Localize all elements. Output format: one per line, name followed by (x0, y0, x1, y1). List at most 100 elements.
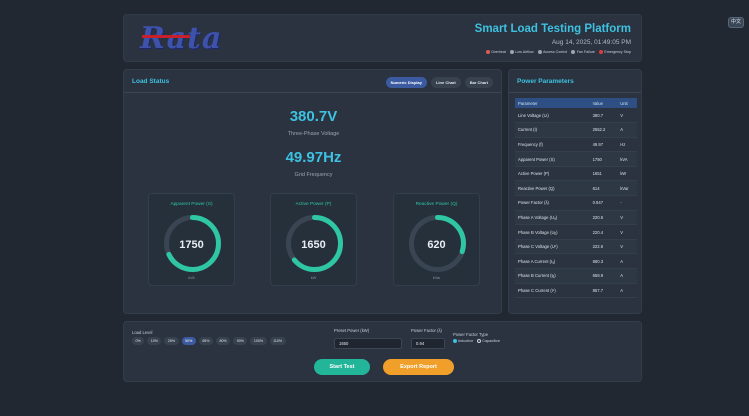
frequency-value: 49.97Hz (285, 149, 342, 166)
tab-numeric-display[interactable]: Numeric Display (385, 77, 427, 88)
status-dot-icon (571, 50, 576, 54)
table-row: Power Factor (λ) 0.947- (515, 195, 637, 211)
column-header: Unit (617, 98, 637, 108)
table-row: Active Power (P) 1651 kW (515, 166, 637, 182)
parameters-table: Parameter Value Unit Line Voltage (Uₗ) 380.… (515, 98, 637, 299)
table-cell: 220.4 (589, 224, 618, 240)
pf-type-option-label: Inductive (458, 339, 474, 343)
load-status-panel: Load Status Numeric Display Line Chart Bar… (123, 69, 502, 314)
load-level-option[interactable]: 110% (269, 337, 286, 345)
table-cell: Current (I) (515, 122, 590, 138)
table-cell: Apparent Power (S) (515, 151, 590, 167)
language-toggle-button[interactable]: 中文 (728, 17, 744, 28)
status-indicator-label: Access Control (543, 50, 568, 54)
panel-title: Power Parameters (517, 78, 574, 85)
table-cell: Hz (617, 137, 637, 153)
view-tabs: Numeric Display Line Chart Bar Chart (385, 77, 493, 88)
control-panel: Load Level 0% 10% 25% 50% 65% 80% 90% 100% 110% … (123, 321, 642, 382)
status-indicator-label: Emergency Stop (604, 50, 631, 54)
table-row: Phase B Current (Iᵦ) 659.9 A (515, 268, 637, 284)
page-title: Smart Load Testing Platform (474, 23, 631, 35)
power-factor-label: Power Factor (λ) (411, 328, 442, 333)
status-dot-icon (509, 50, 514, 54)
table-cell: V (617, 108, 637, 124)
table-cell: 2552.2 (589, 122, 618, 138)
table-cell: A (617, 268, 637, 284)
table-row: Frequency (f) 49.97 Hz (515, 137, 637, 153)
pf-type-label: Power Factor Type (453, 332, 489, 337)
table-cell: Reactive Power (Q) (515, 180, 590, 197)
export-report-button[interactable]: Export Report (383, 359, 454, 375)
panel-title: Load Status (132, 78, 170, 85)
table-cell: Phase B Voltage (Uᵦ) (515, 224, 590, 240)
power-parameters-panel: Power Parameters Parameter Value Unit Line… (508, 69, 642, 314)
divider (509, 92, 641, 93)
preset-power-input[interactable]: 1650 (334, 338, 402, 349)
status-indicator: Access Control (537, 50, 568, 54)
table-cell: 220.6 (589, 210, 618, 226)
table-cell: Active Power (P) (515, 166, 590, 182)
table-cell: 0.947 (589, 195, 618, 211)
load-level-label: Load Level (132, 330, 153, 335)
tab-bar-chart[interactable]: Bar Chart (464, 77, 493, 88)
load-level-option[interactable]: 25% (164, 337, 179, 345)
frequency-label: Grid Frequency (294, 172, 333, 178)
preset-power-label: Preset Power (kW) (334, 328, 370, 333)
datetime: Aug 14, 2025, 01:49:05 PM (551, 39, 631, 46)
gauge-title: Apparent Power (S) (170, 202, 213, 207)
table-cell: Phase B Current (Iᵦ) (515, 268, 590, 284)
table-cell: V (617, 239, 637, 255)
gauge-value: 620 (427, 239, 446, 251)
load-level-selector: 0% 10% 25% 50% 65% 80% 90% 100% 110% (132, 337, 286, 345)
table-row: Reactive Power (Q) 614 kVar (515, 180, 637, 197)
pf-type-option-label: Capacitive (482, 339, 500, 343)
header: Rata Smart Load Testing Platform Aug 14,… (123, 14, 642, 62)
table-cell: 49.97 (589, 137, 618, 153)
table-cell: Phase A Current (Iₐ) (515, 253, 590, 270)
table-cell: 1750 (589, 151, 618, 167)
gauge-value: 1650 (301, 239, 326, 251)
table-row: Phase C Voltage (Uᶜ) 222.6 V (515, 239, 637, 255)
table-cell: Frequency (f) (515, 137, 590, 153)
table-cell: 614 (589, 180, 618, 197)
table-row: Line Voltage (Uₗ) 380.7 V (515, 108, 637, 124)
load-level-option[interactable]: 100% (250, 337, 267, 345)
load-level-option[interactable]: 90% (233, 337, 248, 345)
table-cell: kVA (617, 151, 637, 167)
gauge-card: Apparent Power (S) 1750 kVA (148, 193, 235, 286)
gauge-card: Reactive Power (Q) 620 kVar (393, 193, 480, 286)
load-level-option[interactable]: 0% (132, 337, 145, 345)
table-cell: Power Factor (λ) (515, 195, 590, 211)
pf-type-radio-group: Inductive Capacitive (453, 339, 500, 343)
table-cell: 222.6 (589, 239, 618, 255)
status-indicator-label: Overheat (491, 50, 506, 54)
status-dot-icon (598, 50, 603, 54)
pf-type-option[interactable]: Capacitive (477, 339, 500, 343)
table-cell: 880.3 (589, 253, 618, 270)
radio-icon (477, 339, 482, 343)
load-level-option[interactable]: 65% (198, 337, 214, 345)
tab-line-chart[interactable]: Line Chart (430, 77, 461, 88)
load-level-option[interactable]: 50% (181, 337, 196, 345)
status-indicator: Fan Failure (571, 50, 595, 54)
radio-icon (453, 339, 457, 343)
table-cell: Phase A Voltage (Uₐ) (515, 210, 590, 226)
load-level-option[interactable]: 10% (147, 337, 162, 345)
table-cell: A (617, 122, 637, 138)
gauge-unit: kW (310, 276, 317, 280)
table-cell: V (617, 224, 637, 240)
table-cell: A (617, 253, 637, 270)
pf-type-option[interactable]: Inductive (453, 339, 473, 343)
table-cell: kW (617, 166, 637, 182)
status-dot-icon (485, 50, 490, 54)
table-cell: 659.9 (589, 268, 618, 284)
company-logo: Rata (140, 21, 223, 56)
power-factor-input[interactable]: 0.94 (411, 338, 445, 349)
start-test-button[interactable]: Start Test (314, 359, 370, 375)
table-row: Phase C Current (Iᶜ) 857.7 A (515, 283, 637, 299)
column-header: Parameter (515, 98, 590, 108)
load-level-option[interactable]: 80% (216, 337, 231, 345)
gauge-unit: kVA (188, 276, 195, 280)
voltage-label: Three-Phase Voltage (287, 131, 340, 137)
table-cell: Phase C Voltage (Uᶜ) (515, 239, 590, 255)
